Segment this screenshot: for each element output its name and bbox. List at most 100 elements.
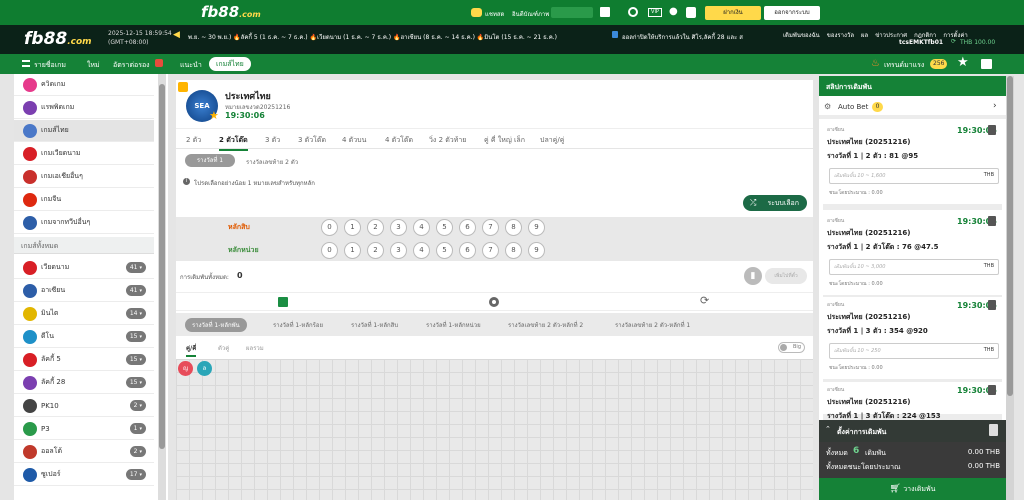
digit-ball[interactable]: 4 (413, 242, 430, 259)
stake-input[interactable]: เดิมพันขั้น 10 ~ 3,000 THB (829, 259, 999, 275)
digit-ball[interactable]: 5 (436, 242, 453, 259)
sidebar-game-item[interactable]: เวียดนาม 41 ▾ (14, 257, 154, 279)
result-tab[interactable]: รางวัลที่ 1-หลักพัน (185, 318, 247, 332)
bet-type-tab[interactable]: คู่ คี่ ใหญ่ เล็ก (484, 135, 525, 146)
sidebar-category-item[interactable]: เกมเวียดนาม (14, 143, 154, 165)
chat-icon[interactable] (471, 8, 482, 17)
sidebar-game-item[interactable]: มินไต 14 ▾ (14, 303, 154, 325)
bet-type-tab[interactable]: วิ่ง 2 ตัวท้าย (429, 135, 466, 146)
game-count-badge[interactable]: 1 ▾ (129, 423, 146, 434)
sidebar-game-item[interactable]: ดีโน 15 ▾ (14, 326, 154, 348)
nav-item-odds[interactable]: อัตราต่อรอง (113, 60, 150, 71)
game-count-badge[interactable]: 2 ▾ (129, 446, 146, 457)
logout-button[interactable]: ออกจากระบบ (764, 6, 820, 20)
digit-ball[interactable]: 6 (459, 219, 476, 236)
slip-scrollbar-thumb[interactable] (1007, 76, 1013, 396)
bet-type-tab[interactable]: 4 ตัวบน (342, 135, 366, 146)
digit-ball[interactable]: 8 (505, 242, 522, 259)
user-icon[interactable]: ● (669, 6, 678, 17)
sidebar-game-item[interactable]: ออลโต้ 2 ▾ (14, 441, 154, 463)
remove-bet-icon[interactable] (988, 385, 996, 395)
digit-ball[interactable]: 5 (436, 219, 453, 236)
nav-item-recommended[interactable]: แนะนำ (180, 60, 202, 71)
link-my-bets[interactable]: เดิมพันของฉัน (783, 30, 820, 40)
sidebar-game-item[interactable]: อาเซียน 41 ▾ (14, 280, 154, 302)
subtab-sum[interactable]: ผลรวม (246, 343, 264, 353)
digit-ball[interactable]: 2 (367, 242, 384, 259)
result-tab[interactable]: รางวัลเลขท้าย 2 ตัว-หลักที่ 1 (615, 320, 690, 330)
digit-ball[interactable]: 2 (367, 219, 384, 236)
chat-label[interactable]: แชทสด (485, 9, 504, 19)
result-tab[interactable]: รางวัลที่ 1-หลักสิบ (351, 320, 398, 330)
subtab-even-number[interactable]: ตัวคู่ (218, 343, 229, 353)
digit-ball[interactable]: 8 (505, 219, 522, 236)
trash-icon[interactable]: ▮ (744, 267, 762, 285)
digit-ball[interactable]: 9 (528, 219, 545, 236)
remove-bet-icon[interactable] (988, 216, 996, 226)
digit-ball[interactable]: 6 (459, 242, 476, 259)
home-icon[interactable] (178, 82, 188, 92)
game-count-badge[interactable]: 14 ▾ (125, 308, 146, 319)
digit-ball[interactable]: 0 (321, 219, 338, 236)
sidebar-category-item[interactable]: เกมจากทวีปอื่นๆ (14, 212, 154, 234)
game-count-badge[interactable]: 15 ▾ (125, 377, 146, 388)
chart-view-icon[interactable] (489, 297, 499, 307)
link-rewards[interactable]: ของรางวัล (827, 30, 854, 40)
bet-type-tab[interactable]: 3 ตัวโต๊ด (298, 135, 326, 146)
game-count-badge[interactable]: 15 ▾ (125, 331, 146, 342)
bet-type-tab[interactable]: 3 ตัว (265, 135, 280, 146)
prize-tab-last2[interactable]: รางวัลเลขท้าย 2 ตัว (246, 157, 298, 167)
digit-ball[interactable]: 9 (528, 242, 545, 259)
add-to-ticket-button[interactable]: เพิ่มไปที่ตั๋ว (765, 268, 807, 284)
refresh-view-icon[interactable]: ⟳ (700, 295, 709, 307)
message-icon[interactable] (686, 7, 696, 18)
stake-input[interactable]: เดิมพันขั้น 10 ~ 1,600 THB (829, 168, 999, 184)
result-tab[interactable]: รางวัลที่ 1-หลักร้อย (273, 320, 323, 330)
result-tab[interactable]: รางวัลที่ 1-หลักหน่วย (426, 320, 481, 330)
game-count-badge[interactable]: 41 ▾ (125, 285, 146, 296)
game-count-badge[interactable]: 2 ▾ (129, 400, 146, 411)
sidebar-game-item[interactable]: P3 1 ▾ (14, 418, 154, 440)
scrollbar-thumb[interactable] (159, 84, 165, 449)
subtab-odd-even[interactable]: คู่/คี่ (186, 343, 197, 357)
history-icon[interactable] (628, 7, 638, 17)
remove-bet-icon[interactable] (988, 125, 996, 135)
link-results[interactable]: ผล (861, 30, 868, 40)
bet-settings-bar[interactable]: ⌃ ตั้งค่าการเดิมพัน (819, 420, 1006, 442)
sidebar-game-item[interactable]: ลัคกี้ 5 15 ▾ (14, 349, 154, 371)
gift-icon[interactable] (981, 59, 992, 69)
sidebar-game-item[interactable]: ซูเปอร์ 17 ▾ (14, 464, 154, 486)
big-toggle[interactable]: Big (778, 342, 805, 353)
top-logo[interactable]: fb88.com (201, 3, 261, 21)
digit-ball[interactable]: 7 (482, 219, 499, 236)
prize-tab-first[interactable]: รางวัลที่ 1 (185, 154, 235, 167)
sidebar-scrollbar[interactable] (158, 74, 166, 500)
remove-bet-icon[interactable] (988, 300, 996, 310)
digit-ball[interactable]: 7 (482, 242, 499, 259)
refresh-icon[interactable]: ⟳ (951, 38, 956, 45)
sidebar-category-item[interactable]: เกมเอเชียอื่นๆ (14, 166, 154, 188)
stake-input[interactable]: เดิมพันขั้น 10 ~ 250 THB (829, 343, 999, 359)
clear-slip-icon[interactable] (989, 424, 998, 436)
bet-type-tab[interactable]: 4 ตัวโต๊ด (385, 135, 413, 146)
header-logo[interactable]: fb88.com (24, 29, 92, 49)
digit-ball[interactable]: 1 (344, 219, 361, 236)
nav-item-game-list[interactable]: รายชื่อเกม (34, 60, 66, 71)
favorite-star-icon[interactable]: ★ (957, 56, 969, 70)
sidebar-game-item[interactable]: PK10 2 ▾ (14, 395, 154, 417)
bet-type-tab[interactable]: ปลาคู่/คู่ (540, 135, 564, 146)
random-pick-button[interactable]: ⤮ ระบบเลือก (743, 195, 807, 211)
sidebar-category-item[interactable]: เกมส์ไทย (14, 120, 154, 142)
game-count-badge[interactable]: 15 ▾ (125, 354, 146, 365)
chevron-right-icon[interactable]: › (993, 101, 997, 111)
place-bet-button[interactable]: 🛒︎ วางเดิมพัน (819, 478, 1006, 500)
sidebar-category-item[interactable]: ควิดเกม (14, 74, 154, 96)
sidebar-game-item[interactable]: ลัคกี้ 28 15 ▾ (14, 372, 154, 394)
wallet-icon[interactable] (600, 7, 610, 17)
nav-item-thai-games[interactable]: เกมส์ไทย (209, 57, 251, 71)
grid-view-icon[interactable] (278, 297, 288, 307)
deposit-button[interactable]: ฝากเงิน (705, 6, 761, 20)
nav-item-new[interactable]: ใหม่ (87, 60, 100, 71)
autobet-row[interactable]: ⚙ Auto Bet 0 › (819, 96, 1006, 119)
digit-ball[interactable]: 1 (344, 242, 361, 259)
